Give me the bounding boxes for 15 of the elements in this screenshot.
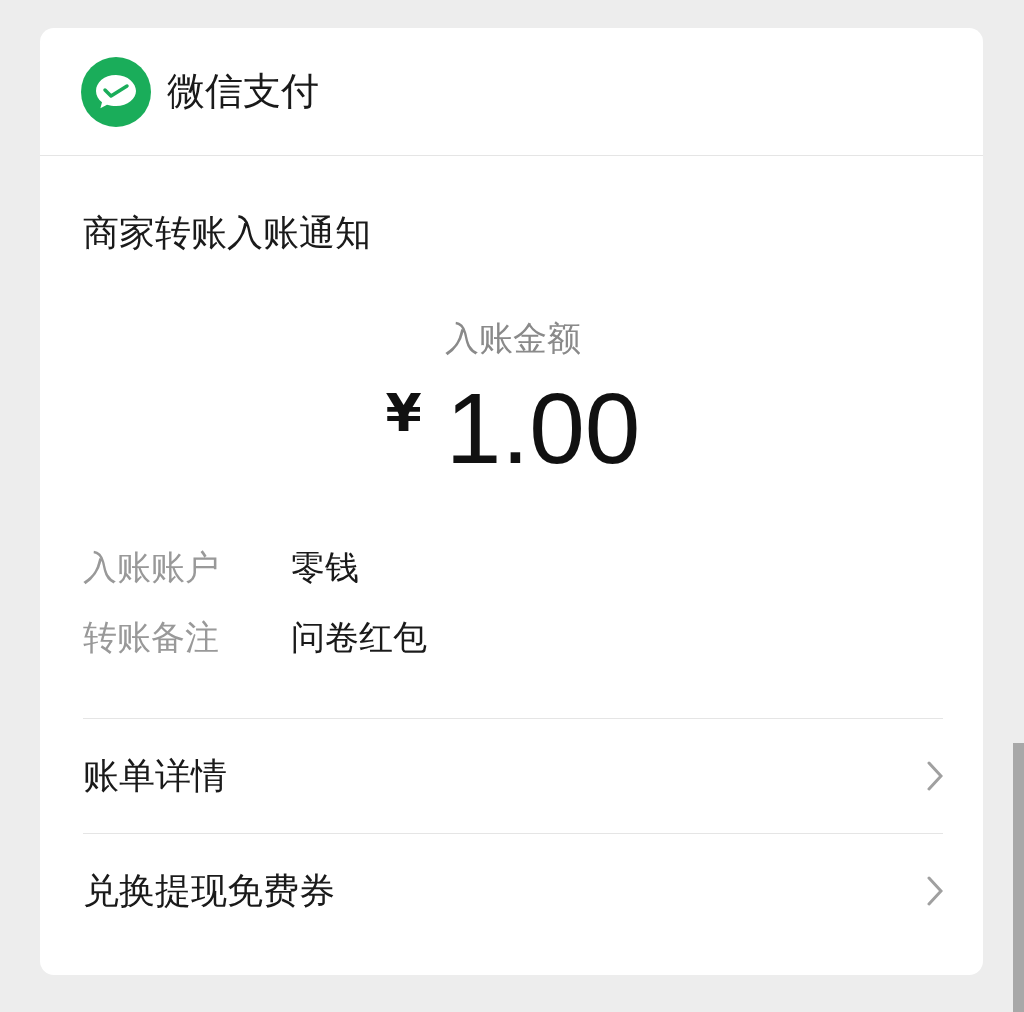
link-row[interactable]: 账单详情 — [83, 719, 943, 833]
wechat-pay-logo-icon — [81, 56, 151, 127]
link-row[interactable]: 兑换提现免费券 — [83, 833, 943, 948]
notice-title: 商家转账入账通知 — [83, 211, 372, 255]
detail-label: 转账备注 — [83, 616, 220, 659]
detail-label: 入账账户 — [83, 546, 220, 589]
detail-value: 问卷红包 — [291, 616, 427, 659]
chevron-icon — [927, 876, 943, 906]
amount-value: 1.00 — [445, 373, 641, 483]
detail-value: 零钱 — [291, 546, 359, 589]
scrollbar[interactable] — [1013, 743, 1024, 1012]
currency-symbol: ¥ — [385, 383, 422, 443]
amount-label: 入账金额 — [444, 317, 582, 360]
chevron-icon — [927, 761, 943, 791]
header-title: 微信支付 — [167, 68, 319, 115]
